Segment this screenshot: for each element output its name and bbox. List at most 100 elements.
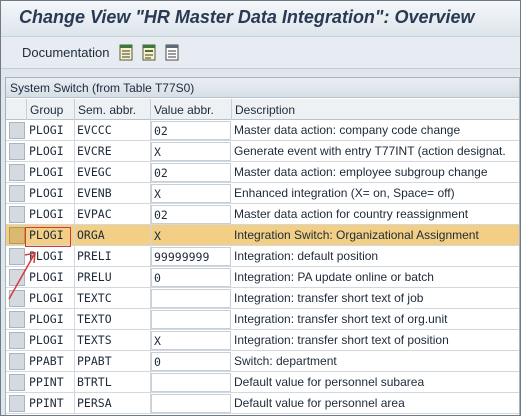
table-row[interactable]: PLOGI PRELU 0 Integration: PA update online… (6, 267, 519, 288)
cell-description: Integration Switch: Organizational Assig… (234, 228, 479, 242)
table-row[interactable]: PLOGI EVENB X Enhanced integration (X= on, … (6, 183, 519, 204)
table-row[interactable]: PPINT PERSA Default value for personnel ar… (6, 393, 519, 414)
row-selector[interactable] (9, 227, 25, 244)
row-selector[interactable] (9, 122, 25, 139)
cell-sem-abbr: EVENB (75, 183, 151, 203)
table-header: Group Sem. abbr. Value abbr. Description (6, 99, 519, 120)
row-selector[interactable] (9, 206, 25, 223)
cell-group: PLOGI (27, 267, 75, 287)
cell-value-abbr-input[interactable]: 0 (151, 352, 231, 371)
cell-group: PLOGI (27, 309, 75, 329)
row-selector[interactable] (9, 311, 25, 328)
column-header-value-abbr[interactable]: Value abbr. (151, 99, 232, 120)
cell-description: Master data action for country reassignm… (234, 207, 469, 221)
table-row[interactable]: PLOGI ORGA X Integration Switch: Organizati… (6, 225, 519, 246)
table-row[interactable]: PLOGI TEXTO Integration: transfer short te… (6, 309, 519, 330)
row-selector[interactable] (9, 332, 25, 349)
table-select-icon[interactable] (119, 44, 134, 61)
cell-description: Master data action: employee subgroup ch… (234, 165, 488, 179)
cell-value-abbr-input[interactable]: X (151, 142, 231, 161)
cell-sem-abbr: TEXTO (75, 309, 151, 329)
documentation-button[interactable]: Documentation (22, 45, 109, 60)
cell-group: PLOGI (27, 330, 75, 350)
cell-group: PLOGI (27, 120, 75, 140)
cell-sem-abbr: ORGA (75, 225, 151, 245)
cell-group: PLOGI (27, 162, 75, 182)
row-selector[interactable] (9, 248, 25, 265)
cell-group: PLOGI (27, 183, 75, 203)
cell-group: PLOGI (27, 204, 75, 224)
cell-sem-abbr: PRELU (75, 267, 151, 287)
row-selector[interactable] (9, 353, 25, 370)
cell-sem-abbr: BTRTL (75, 372, 151, 392)
cell-sem-abbr: TEXTC (75, 288, 151, 308)
table-row[interactable]: PPABT PPABT 0 Switch: department (6, 351, 519, 372)
table-row[interactable]: PLOGI EVPAC 02 Master data action for count… (6, 204, 519, 225)
cell-description: Switch: department (234, 354, 337, 368)
table-row[interactable]: PLOGI TEXTC Integration: transfer short te… (6, 288, 519, 309)
cell-group: PLOGI (27, 225, 75, 245)
cell-value-abbr-input[interactable]: X (151, 331, 231, 350)
cell-description: Integration: transfer short text of posi… (234, 333, 449, 347)
cell-value-abbr-input[interactable]: X (151, 184, 231, 203)
cell-description: Default value for personnel area (234, 396, 405, 410)
row-selector[interactable] (9, 185, 25, 202)
cell-value-abbr-input[interactable]: X (151, 226, 231, 245)
cell-description: Generate event with entry T77INT (action… (234, 144, 506, 158)
table-row[interactable]: PLOGI PRELI 99999999 Integration: default p… (6, 246, 519, 267)
cell-group: PPINT (27, 372, 75, 392)
row-selector[interactable] (9, 143, 25, 160)
table-details-icon[interactable] (142, 44, 157, 61)
cell-group: PLOGI (27, 141, 75, 161)
cell-value-abbr-input[interactable]: 02 (151, 163, 231, 182)
column-header-description[interactable]: Description (232, 99, 519, 120)
cell-sem-abbr: PPABT (75, 351, 151, 371)
cell-group: PLOGI (27, 246, 75, 266)
cell-group: PPABT (27, 351, 75, 371)
sap-window: Change View "HR Master Data Integration"… (0, 0, 521, 416)
cell-value-abbr-input[interactable]: 0 (151, 268, 231, 287)
row-selector[interactable] (9, 395, 25, 412)
cell-description: Enhanced integration (X= on, Space= off) (234, 186, 455, 200)
cell-description: Integration: PA update online or batch (234, 270, 434, 284)
table-print-icon[interactable] (165, 44, 180, 61)
cell-sem-abbr: EVCRE (75, 141, 151, 161)
cell-sem-abbr: EVCCC (75, 120, 151, 140)
cell-sem-abbr: PRELI (75, 246, 151, 266)
cell-sem-abbr: TEXTS (75, 330, 151, 350)
cell-description: Integration: default position (234, 249, 379, 263)
cell-description: Integration: transfer short text of org.… (234, 312, 448, 326)
cell-description: Integration: transfer short text of job (234, 291, 424, 305)
cell-value-abbr-input[interactable] (151, 373, 231, 392)
panel-title: System Switch (from Table T77S0) (6, 78, 519, 98)
title-bar: Change View "HR Master Data Integration"… (1, 1, 520, 37)
column-header-sem-abbr[interactable]: Sem. abbr. (75, 99, 151, 120)
cell-sem-abbr: EVPAC (75, 204, 151, 224)
window-title: Change View "HR Master Data Integration"… (19, 7, 475, 27)
cell-group: PPINT (27, 393, 75, 413)
cell-group: PLOGI (27, 288, 75, 308)
row-selector[interactable] (9, 374, 25, 391)
table-row[interactable]: PLOGI EVCRE X Generate event with entry T77… (6, 141, 519, 162)
row-selector[interactable] (9, 290, 25, 307)
row-selector[interactable] (9, 164, 25, 181)
table-row[interactable]: PLOGI EVCCC 02 Master data action: company … (6, 120, 519, 141)
cell-value-abbr-input[interactable] (151, 394, 231, 413)
cell-value-abbr-input[interactable] (151, 310, 231, 329)
application-toolbar: Documentation (1, 37, 520, 69)
table-row[interactable]: PLOGI TEXTS X Integration: transfer short t… (6, 330, 519, 351)
column-header-group[interactable]: Group (27, 99, 75, 120)
cell-value-abbr-input[interactable] (151, 289, 231, 308)
table-view-panel: System Switch (from Table T77S0) Group S… (5, 77, 520, 415)
cell-sem-abbr: EVEGC (75, 162, 151, 182)
row-selector[interactable] (9, 269, 25, 286)
cell-sem-abbr: PERSA (75, 393, 151, 413)
cell-value-abbr-input[interactable]: 02 (151, 205, 231, 224)
cell-description: Master data action: company code change (234, 123, 461, 137)
cell-value-abbr-input[interactable]: 02 (151, 121, 231, 140)
cell-value-abbr-input[interactable]: 99999999 (151, 247, 231, 266)
cell-description: Default value for personnel subarea (234, 375, 425, 389)
header-select-all[interactable] (6, 99, 27, 120)
table-row[interactable]: PLOGI EVEGC 02 Master data action: employee… (6, 162, 519, 183)
table-row[interactable]: PPINT BTRTL Default value for personnel su… (6, 372, 519, 393)
